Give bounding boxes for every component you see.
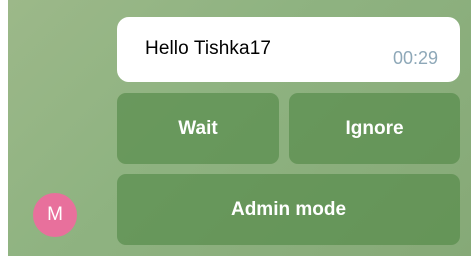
ignore-button-label: Ignore [345,117,404,139]
message-text: Hello Tishka17 [145,38,272,59]
admin-mode-button-label: Admin mode [230,198,347,220]
chat-background: Hello Tishka17 00:29 Wait Ignore Admin m… [8,0,471,256]
admin-mode-button[interactable]: Admin mode [117,174,460,245]
ignore-button[interactable]: Ignore [289,93,460,164]
message-bubble: Hello Tishka17 00:29 [117,17,460,82]
wait-button[interactable]: Wait [117,93,279,164]
avatar-initial: M [47,204,63,225]
avatar[interactable]: M [33,193,77,237]
message-timestamp: 00:29 [392,48,438,68]
wait-button-label: Wait [178,117,218,139]
